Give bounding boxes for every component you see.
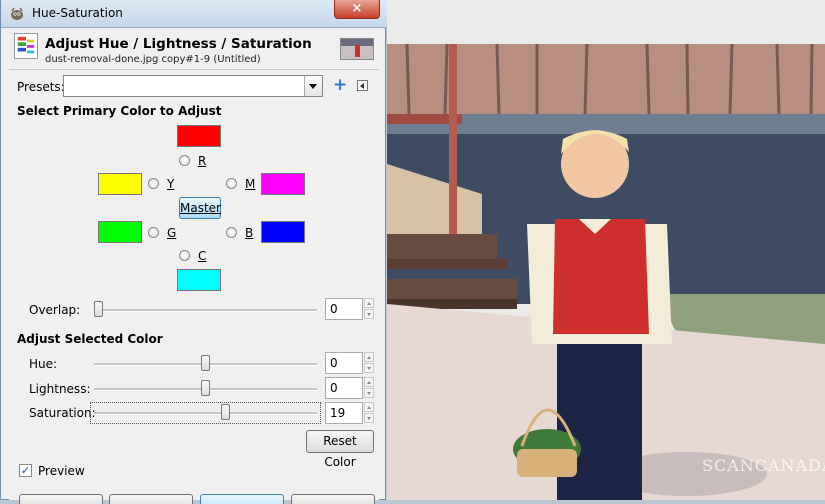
window-title: Hue-Saturation — [32, 6, 123, 20]
radio-green[interactable] — [148, 227, 159, 238]
radio-yellow[interactable] — [148, 178, 159, 189]
watermark: SCANCANADA.CA — [702, 456, 825, 475]
swatch-magenta[interactable] — [261, 173, 305, 195]
radio-blue-label[interactable]: B — [245, 226, 253, 240]
lightness-label: Lightness: — [29, 382, 91, 396]
title-bar[interactable]: Hue-Saturation × — [1, 0, 387, 28]
primary-color-section-title: Select Primary Color to Adjust — [17, 104, 222, 118]
image-thumbnail — [340, 38, 374, 60]
radio-green-label[interactable]: G — [167, 226, 176, 240]
canvas-top-margin — [387, 0, 825, 45]
lightness-slider-thumb[interactable] — [201, 380, 210, 396]
cancel-button[interactable] — [291, 494, 375, 504]
hue-slider-thumb[interactable] — [201, 355, 210, 371]
overlap-spin-arrows[interactable] — [364, 298, 374, 320]
presets-combobox[interactable] — [63, 75, 323, 97]
swatch-cyan[interactable] — [177, 269, 221, 291]
chevron-down-icon[interactable] — [304, 76, 322, 96]
dialog-heading: Adjust Hue / Lightness / Saturation — [45, 36, 312, 52]
presets-label: Presets: — [17, 80, 65, 94]
saturation-spinbox[interactable]: 19 — [325, 402, 363, 424]
hue-saturation-icon — [14, 33, 38, 59]
radio-magenta[interactable] — [226, 178, 237, 189]
overlap-label: Overlap: — [29, 303, 81, 317]
saturation-spin-arrows[interactable] — [364, 402, 374, 424]
dialog-body: Adjust Hue / Lightness / Saturation dust… — [9, 28, 379, 504]
ok-button[interactable] — [200, 494, 284, 504]
dialog-subheading: dust-removal-done.jpg copy#1-9 (Untitled… — [45, 54, 261, 65]
triangle-left-icon[interactable] — [357, 80, 368, 91]
gimp-app-icon — [11, 7, 23, 20]
hue-label: Hue: — [29, 357, 58, 371]
hue-saturation-dialog: Hue-Saturation × Adjust Hue / Lightness … — [0, 0, 387, 504]
overlap-slider-thumb[interactable] — [94, 301, 103, 317]
radio-magenta-label[interactable]: M — [245, 177, 255, 191]
spin-down-icon[interactable] — [364, 363, 374, 373]
radio-cyan[interactable] — [179, 250, 190, 261]
overlap-spinbox[interactable]: 0 — [325, 298, 363, 320]
saturation-value: 19 — [330, 406, 346, 420]
master-button[interactable]: Master — [179, 197, 221, 219]
hue-value: 0 — [330, 356, 338, 370]
overlap-value: 0 — [330, 302, 338, 316]
radio-blue[interactable] — [226, 227, 237, 238]
reset-button[interactable] — [109, 494, 193, 504]
close-button[interactable]: × — [334, 0, 380, 19]
swatch-red[interactable] — [177, 125, 221, 147]
reset-color-button[interactable]: Reset Color — [306, 430, 374, 469]
spin-up-icon[interactable] — [364, 377, 374, 387]
hue-spin-arrows[interactable] — [364, 352, 374, 374]
photo — [387, 44, 825, 500]
spin-up-icon[interactable] — [364, 352, 374, 362]
lightness-value: 0 — [330, 381, 338, 395]
adjust-section-title: Adjust Selected Color — [17, 332, 163, 346]
lightness-spin-arrows[interactable] — [364, 377, 374, 399]
spin-down-icon[interactable] — [364, 309, 374, 319]
header-separator — [9, 69, 379, 70]
hue-spinbox[interactable]: 0 — [325, 352, 363, 374]
preview-label[interactable]: Preview — [38, 464, 85, 478]
close-icon: × — [351, 1, 363, 16]
saturation-label: Saturation: — [29, 406, 96, 420]
plus-icon[interactable]: + — [333, 76, 347, 94]
spin-down-icon[interactable] — [364, 388, 374, 398]
help-button[interactable] — [19, 494, 103, 504]
saturation-slider-track[interactable] — [94, 412, 317, 415]
image-canvas[interactable]: SCANCANADA.CA — [387, 0, 825, 500]
spin-up-icon[interactable] — [364, 402, 374, 412]
spin-down-icon[interactable] — [364, 413, 374, 423]
radio-cyan-label[interactable]: C — [198, 249, 206, 263]
preview-checkbox[interactable]: ✓ — [19, 464, 32, 477]
master-button-label: Master — [180, 201, 221, 215]
saturation-slider-thumb[interactable] — [221, 404, 231, 420]
spin-up-icon[interactable] — [364, 298, 374, 308]
swatch-yellow[interactable] — [98, 173, 142, 195]
radio-red[interactable] — [179, 155, 190, 166]
swatch-blue[interactable] — [261, 221, 305, 243]
lightness-spinbox[interactable]: 0 — [325, 377, 363, 399]
swatch-green[interactable] — [98, 221, 142, 243]
overlap-slider-track[interactable] — [94, 309, 317, 312]
radio-yellow-label[interactable]: Y — [167, 177, 174, 191]
radio-red-label[interactable]: R — [198, 154, 206, 168]
